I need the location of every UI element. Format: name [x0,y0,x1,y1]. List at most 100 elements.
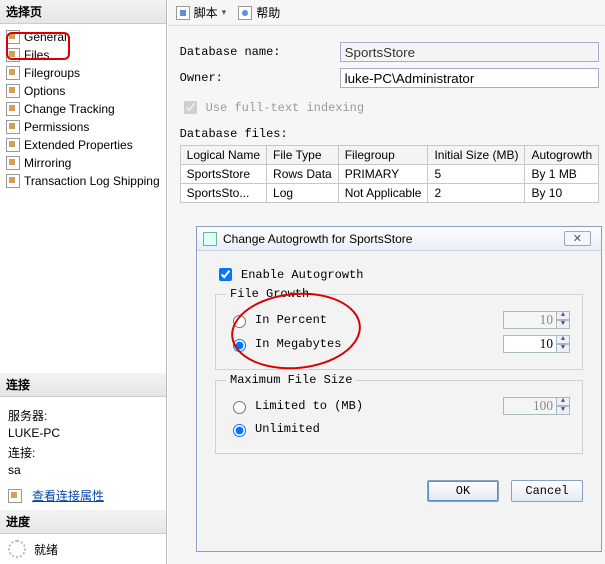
progress-header: 进度 [0,510,166,534]
tree-label: General [24,30,67,44]
dialog-icon [203,232,217,246]
max-size-group: Maximum File Size Limited to (MB) ▲▼ Unl… [215,380,583,454]
tree-item-permissions[interactable]: Permissions [2,118,164,136]
unlimited-radio[interactable] [233,424,246,437]
spin-down-icon[interactable]: ▼ [556,344,570,353]
limited-radio[interactable] [233,401,246,414]
col-initial-size[interactable]: Initial Size (MB) [428,146,525,165]
spin-down-icon: ▼ [556,320,570,329]
tree-label: Filegroups [24,66,80,80]
spin-up-icon[interactable]: ▲ [556,335,570,344]
page-icon [6,156,20,170]
script-button[interactable]: 脚本 ▾ [176,4,227,21]
connection-header: 连接 [0,373,166,397]
cell: Not Applicable [338,184,428,203]
tree-label: Files [24,48,49,62]
tree-label: Change Tracking [24,102,115,116]
cell: By 1 MB [525,165,599,184]
enable-autogrowth-label: Enable Autogrowth [241,268,363,282]
max-size-legend: Maximum File Size [226,373,356,387]
tree-item-extended-properties[interactable]: Extended Properties [2,136,164,154]
in-percent-label: In Percent [255,313,327,327]
mb-spinner[interactable]: ▲▼ [503,335,570,353]
help-label: 帮助 [256,4,280,21]
col-logical-name[interactable]: Logical Name [180,146,266,165]
tree-label: Extended Properties [24,138,133,152]
cell: Log [267,184,339,203]
spin-up-icon: ▲ [556,397,570,406]
ok-button[interactable]: OK [427,480,499,502]
col-file-type[interactable]: File Type [267,146,339,165]
page-icon [6,48,20,62]
limited-spinner[interactable]: ▲▼ [503,397,570,415]
server-label: 服务器: [8,407,158,424]
file-growth-legend: File Growth [226,287,313,301]
server-value: LUKE-PC [8,426,158,440]
cancel-button[interactable]: Cancel [511,480,583,502]
page-icon [6,84,20,98]
tree-label: Options [24,84,65,98]
connection-icon [8,489,22,503]
cell: SportsStore [180,165,266,184]
limited-label: Limited to (MB) [255,399,363,413]
owner-field[interactable] [340,68,600,88]
db-files-label: Database files: [180,127,600,141]
db-files-grid[interactable]: Logical Name File Type Filegroup Initial… [180,145,600,203]
autogrowth-dialog: Change Autogrowth for SportsStore ✕ Enab… [196,226,602,552]
connection-block: 服务器: LUKE-PC 连接: sa 查看连接属性 [0,397,166,510]
col-autogrowth[interactable]: Autogrowth [525,146,599,165]
tree-item-files[interactable]: Files [2,46,164,64]
mb-input[interactable] [503,335,557,353]
tree-label: Mirroring [24,156,71,170]
cell: By 10 [525,184,599,203]
toolbar: 脚本 ▾ 帮助 [168,0,605,26]
script-icon [176,6,190,20]
fulltext-label: Use full-text indexing [206,101,364,115]
enable-autogrowth-checkbox[interactable] [219,268,232,281]
view-connection-props-link[interactable]: 查看连接属性 [32,487,104,504]
progress-block: 就绪 [0,534,166,564]
in-percent-radio[interactable] [233,315,246,328]
tree-item-mirroring[interactable]: Mirroring [2,154,164,172]
cell: PRIMARY [338,165,428,184]
dialog-title: Change Autogrowth for SportsStore [223,232,412,246]
page-tree: General Files Filegroups Options Change … [0,24,166,194]
conn-value: sa [8,463,158,477]
page-icon [6,174,20,188]
owner-label: Owner: [180,71,340,85]
in-mb-label: In Megabytes [255,337,341,351]
tree-label: Transaction Log Shipping [24,174,160,188]
select-page-header: 选择页 [0,0,166,24]
conn-label: 连接: [8,444,158,461]
percent-spinner[interactable]: ▲▼ [503,311,570,329]
spin-up-icon: ▲ [556,311,570,320]
col-filegroup[interactable]: Filegroup [338,146,428,165]
in-mb-radio[interactable] [233,339,246,352]
tree-item-tx-log-shipping[interactable]: Transaction Log Shipping [2,172,164,190]
file-growth-group: File Growth In Percent ▲▼ In Megabytes ▲… [215,294,583,370]
dbname-field [340,42,600,62]
spin-down-icon: ▼ [556,406,570,415]
tree-item-options[interactable]: Options [2,82,164,100]
page-icon [6,30,20,44]
tree-item-filegroups[interactable]: Filegroups [2,64,164,82]
help-button[interactable]: 帮助 [238,4,280,21]
cell: 5 [428,165,525,184]
tree-label: Permissions [24,120,89,134]
dialog-close-button[interactable]: ✕ [564,231,591,246]
tree-item-change-tracking[interactable]: Change Tracking [2,100,164,118]
percent-input [503,311,557,329]
table-row[interactable]: SportsStore Rows Data PRIMARY 5 By 1 MB [180,165,599,184]
unlimited-label: Unlimited [255,422,320,436]
tree-item-general[interactable]: General [2,28,164,46]
cell: Rows Data [267,165,339,184]
help-icon [238,6,252,20]
page-icon [6,138,20,152]
script-label: 脚本 [194,4,218,21]
page-icon [6,120,20,134]
cell: SportsSto... [180,184,266,203]
dbname-label: Database name: [180,45,340,59]
table-row[interactable]: SportsSto... Log Not Applicable 2 By 10 [180,184,599,203]
spinner-icon [8,540,26,558]
chevron-down-icon: ▾ [222,7,227,18]
